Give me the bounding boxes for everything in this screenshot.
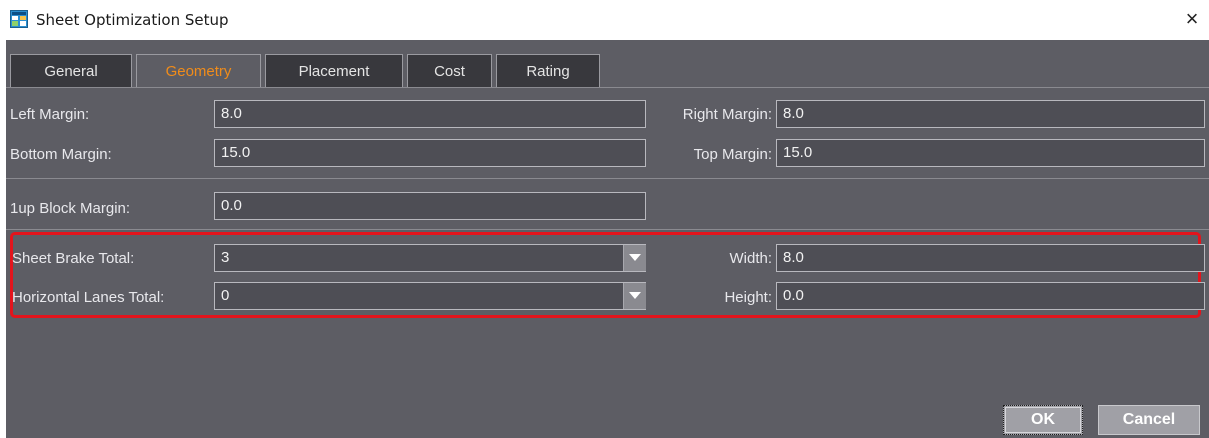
tab-divider (6, 87, 1209, 88)
tab-cost[interactable]: Cost (407, 54, 492, 87)
section-divider (6, 178, 1209, 179)
width-label: Width: (729, 250, 772, 267)
block-margin-label: 1up Block Margin: (10, 200, 131, 217)
chevron-down-icon[interactable] (623, 283, 646, 309)
top-margin-field[interactable]: 15.0 (776, 139, 1205, 167)
horizontal-lanes-total-value: 0 (221, 287, 230, 304)
sheet-setup-icon (10, 10, 28, 28)
right-margin-label: Right Margin: (682, 106, 772, 123)
height-label: Height: (724, 289, 772, 306)
title-bar: Sheet Optimization Setup × (0, 0, 1209, 40)
horizontal-lanes-total-label: Horizontal Lanes Total: (12, 289, 165, 306)
bottom-margin-label: Bottom Margin: (10, 146, 112, 163)
chevron-down-icon[interactable] (623, 245, 646, 271)
block-margin-field[interactable]: 0.0 (214, 192, 646, 220)
right-margin-field[interactable]: 8.0 (776, 100, 1205, 128)
sheet-brake-total-select[interactable]: 3 (214, 244, 646, 272)
ok-button[interactable]: OK (1003, 405, 1083, 435)
sheet-brake-total-label: Sheet Brake Total: (12, 250, 135, 267)
horizontal-lanes-total-select[interactable]: 0 (214, 282, 646, 310)
height-field[interactable]: 0.0 (776, 282, 1205, 310)
bottom-margin-field[interactable]: 15.0 (214, 139, 646, 167)
cancel-button[interactable]: Cancel (1098, 405, 1200, 435)
tab-geometry[interactable]: Geometry (136, 54, 261, 88)
width-field[interactable]: 8.0 (776, 244, 1205, 272)
left-margin-field[interactable]: 8.0 (214, 100, 646, 128)
close-icon[interactable]: × (1178, 4, 1206, 34)
left-margin-label: Left Margin: (10, 106, 90, 123)
tab-strip: General Geometry Placement Cost Rating (6, 54, 1209, 88)
dialog-body: General Geometry Placement Cost Rating L… (6, 40, 1209, 438)
section-divider (6, 229, 1209, 230)
top-margin-label: Top Margin: (693, 146, 772, 163)
sheet-brake-total-value: 3 (221, 249, 230, 266)
tab-rating[interactable]: Rating (496, 54, 600, 87)
tab-placement[interactable]: Placement (265, 54, 403, 87)
window-title: Sheet Optimization Setup (36, 11, 229, 29)
tab-general[interactable]: General (10, 54, 132, 87)
